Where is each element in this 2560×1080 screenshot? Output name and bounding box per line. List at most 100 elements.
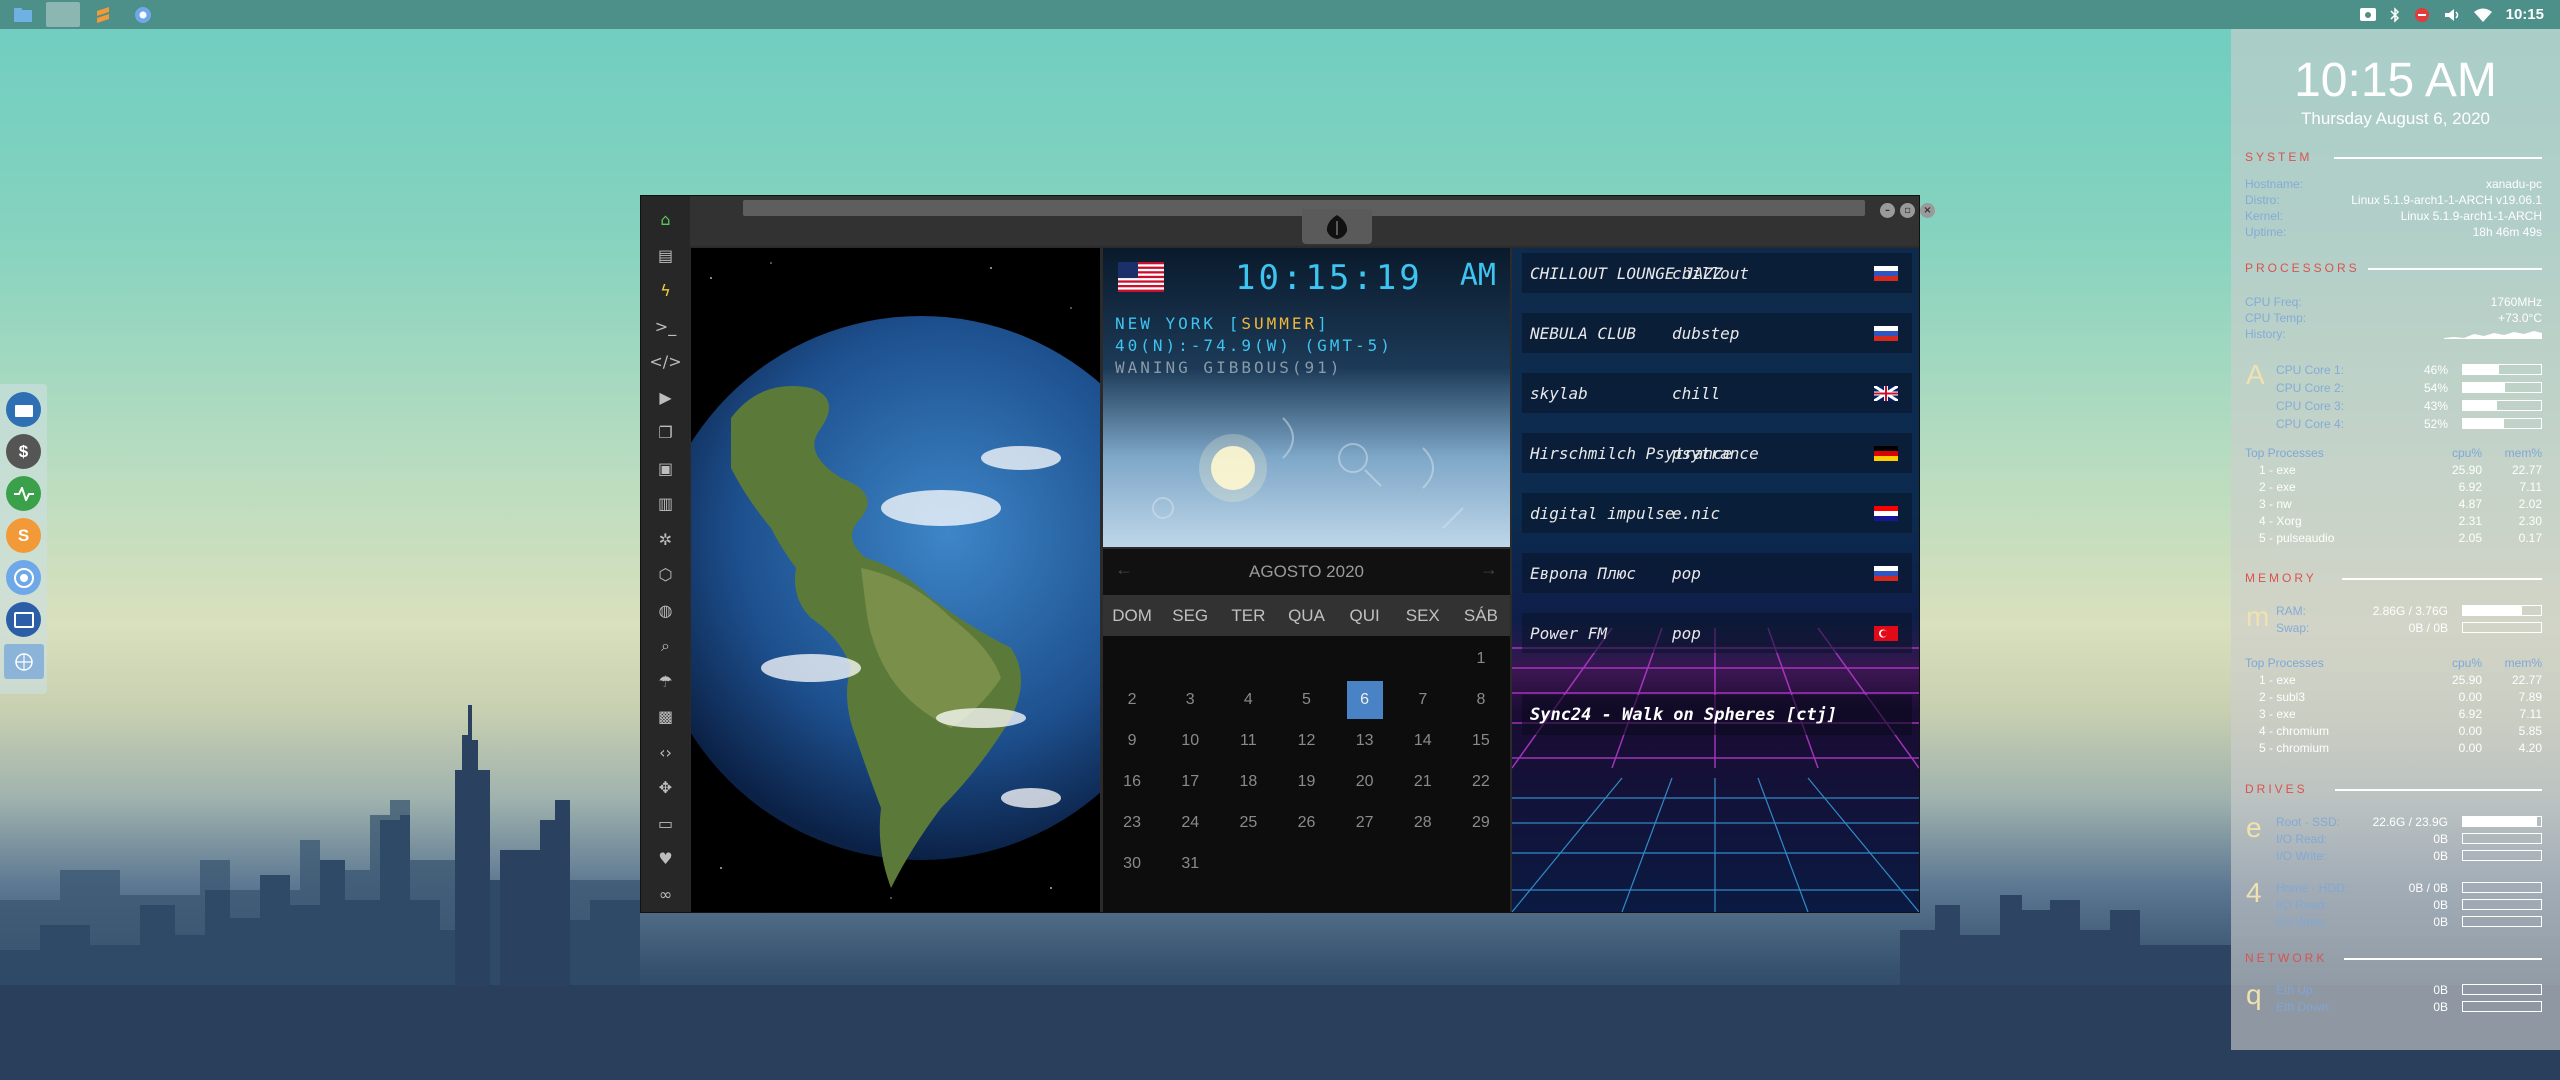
- code-icon[interactable]: </>: [641, 344, 690, 380]
- radio-station-item[interactable]: digital impulse e.nic: [1522, 493, 1912, 533]
- chrome-launcher[interactable]: [126, 2, 160, 27]
- weekday-label: SÁB: [1463, 605, 1498, 625]
- calendar-day[interactable]: 12: [1277, 732, 1335, 750]
- earth-globe-view[interactable]: [691, 248, 1100, 912]
- atom-icon[interactable]: ✲: [641, 522, 690, 558]
- calendar-day[interactable]: 27: [1336, 814, 1394, 832]
- calendar-day-today[interactable]: 6: [1346, 680, 1383, 719]
- calendar-day[interactable]: 13: [1336, 732, 1394, 750]
- globe-icon[interactable]: ◍: [641, 593, 690, 629]
- calendar-day[interactable]: 22: [1452, 773, 1510, 791]
- calendar-day[interactable]: 8: [1452, 691, 1510, 709]
- calendar-day[interactable]: 18: [1219, 773, 1277, 791]
- calendar-day[interactable]: 20: [1336, 773, 1394, 791]
- radio-station-item[interactable]: Power FM pop: [1522, 613, 1912, 653]
- sublime-text-launcher[interactable]: [86, 2, 120, 27]
- youtube-icon[interactable]: ▭: [641, 806, 690, 842]
- calendar-day[interactable]: 16: [1103, 773, 1161, 791]
- calendar-day[interactable]: 7: [1394, 691, 1452, 709]
- files-icon[interactable]: ❐: [641, 415, 690, 451]
- panel-clock[interactable]: 10:15: [2506, 6, 2544, 23]
- wifi-icon[interactable]: [2473, 8, 2492, 22]
- minimize-button[interactable]: –: [1880, 203, 1895, 218]
- code-tag-icon[interactable]: ‹›: [641, 735, 690, 771]
- dock-chrome-icon[interactable]: [6, 560, 41, 595]
- screenshot-icon[interactable]: [2359, 8, 2376, 21]
- calendar-day[interactable]: 26: [1277, 814, 1335, 832]
- window-titlebar[interactable]: – ▫ ×: [690, 196, 1935, 246]
- calendar-day[interactable]: 2: [1103, 691, 1161, 709]
- stat-value: 0B / 0B: [2408, 621, 2448, 635]
- radio-station-item[interactable]: skylab chill: [1522, 373, 1912, 413]
- calendar-day[interactable]: 10: [1161, 732, 1219, 750]
- calendar-day[interactable]: 9: [1103, 732, 1161, 750]
- calendar-day[interactable]: 15: [1452, 732, 1510, 750]
- calendar-day[interactable]: 17: [1161, 773, 1219, 791]
- process-cell: 6.92: [2458, 707, 2482, 721]
- calendar-day[interactable]: 28: [1394, 814, 1452, 832]
- heart-icon[interactable]: ♥: [641, 841, 690, 877]
- calendar-day[interactable]: 5: [1277, 691, 1335, 709]
- close-button[interactable]: ×: [1920, 203, 1935, 218]
- dock-web-browser-icon[interactable]: [3, 644, 44, 679]
- search-icon[interactable]: ⌕: [641, 628, 690, 664]
- calendar-day[interactable]: 11: [1219, 732, 1277, 750]
- calendar-day[interactable]: 1: [1452, 650, 1510, 668]
- section-title-processors: PROCESSORS: [2245, 261, 2360, 275]
- lightning-icon[interactable]: ϟ: [641, 273, 690, 309]
- maximize-button[interactable]: ▫: [1900, 203, 1915, 218]
- prev-month-button[interactable]: ←: [1115, 559, 1133, 580]
- calendar-day[interactable]: 25: [1219, 814, 1277, 832]
- calendar-day[interactable]: 31: [1161, 855, 1219, 873]
- dock-system-monitor-icon[interactable]: [6, 476, 41, 511]
- usage-bar: [2462, 605, 2542, 616]
- process-cell: 7.89: [2518, 690, 2542, 704]
- contact-icon[interactable]: ▩: [641, 699, 690, 735]
- hexagon-icon[interactable]: ⬡: [641, 557, 690, 593]
- document-icon[interactable]: ▤: [641, 238, 690, 274]
- radio-station-item[interactable]: Hirschmilch Psytrance psytrance: [1522, 433, 1912, 473]
- infinity-icon[interactable]: ∞: [641, 877, 690, 913]
- calendar-day[interactable]: 3: [1161, 691, 1219, 709]
- calendar-day[interactable]: 21: [1394, 773, 1452, 791]
- clock-location: NEW YORK [SUMMER]: [1115, 314, 1330, 333]
- news-icon[interactable]: ▥: [641, 486, 690, 522]
- bluetooth-icon[interactable]: [2390, 6, 2400, 23]
- radio-station-item[interactable]: CHILLOUT LOUNGE JAZZ chillout: [1522, 253, 1912, 293]
- radio-station-item[interactable]: Европа Плюс pop: [1522, 553, 1912, 593]
- terminal-icon[interactable]: >_: [641, 309, 690, 345]
- now-playing-label[interactable]: Sync24 - Walk on Spheres [ctj]: [1522, 695, 1912, 735]
- calendar-day[interactable]: 4: [1219, 691, 1277, 709]
- radio-station-item[interactable]: NEBULA CLUB dubstep: [1522, 313, 1912, 353]
- calendar-day[interactable]: 23: [1103, 814, 1161, 832]
- calendar-day-grid: 1 2 3 4 5 6 7 8 9 10 11 12 13 14 15 16 17 18 19 20 21 22 23 24 2…: [1103, 636, 1510, 884]
- usage-bar: [2462, 899, 2542, 910]
- next-month-button[interactable]: →: [1480, 559, 1498, 580]
- file-manager-launcher[interactable]: [6, 2, 40, 27]
- stat-value: Linux 5.1.9-arch1-1-ARCH: [2400, 209, 2542, 223]
- image-icon[interactable]: ▣: [641, 451, 690, 487]
- top-processes-header: Top Processes cpu% mem%: [2245, 446, 2542, 460]
- process-cell: 0.17: [2518, 531, 2542, 545]
- umbrella-icon[interactable]: ☂: [641, 664, 690, 700]
- dock-terminal-icon[interactable]: $: [6, 434, 41, 469]
- calendar-day[interactable]: 14: [1394, 732, 1452, 750]
- taskbar-active-window[interactable]: [46, 2, 80, 27]
- calendar-day[interactable]: 19: [1277, 773, 1335, 791]
- dock-screenshot-icon[interactable]: [6, 602, 41, 637]
- process-row: 3 - nw 4.87 2.02: [2259, 497, 2542, 511]
- dock-sublime-icon[interactable]: S: [6, 518, 41, 553]
- stat-label: I/O Write:: [2276, 849, 2327, 863]
- dock-files-icon[interactable]: [6, 392, 41, 427]
- expand-icon[interactable]: ✥: [641, 770, 690, 806]
- calendar-day[interactable]: 29: [1452, 814, 1510, 832]
- calendar-day[interactable]: 30: [1103, 855, 1161, 873]
- calendar-day[interactable]: 24: [1161, 814, 1219, 832]
- stat-row: CPU Core 1: 46%: [2276, 363, 2448, 377]
- process-cell: 0.00: [2458, 741, 2482, 755]
- notification-icon[interactable]: [2414, 7, 2430, 23]
- volume-icon[interactable]: [2444, 8, 2460, 22]
- home-icon[interactable]: ⌂: [641, 202, 690, 238]
- stat-row: CPU Temp: +73.0°C: [2245, 311, 2542, 325]
- play-icon[interactable]: ▶: [641, 380, 690, 416]
